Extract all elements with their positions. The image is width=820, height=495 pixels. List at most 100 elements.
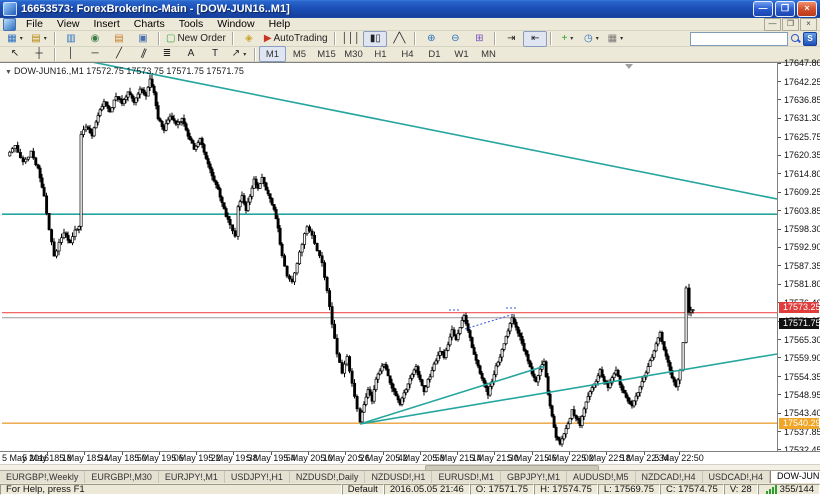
chart-tab-eurjpy-m1[interactable]: EURJPY!,M1 <box>159 471 225 483</box>
menu-charts[interactable]: Charts <box>127 18 172 31</box>
time-axis-tick <box>233 452 234 455</box>
periods-button[interactable]: ◷ ▾ <box>579 31 603 47</box>
time-axis[interactable]: 5 May 2016 5 May 18:18 5 May 18:34 5 May 18… <box>0 451 820 464</box>
chart-tab-usdjpy-h1[interactable]: USDJPY!,H1 <box>225 471 290 483</box>
chart-legend: ▼ DOW-JUN16.,M1 17572.75 17573.75 17571.7… <box>5 66 244 76</box>
menu-insert[interactable]: Insert <box>87 18 127 31</box>
timeframe-m30-button[interactable]: M30 <box>340 46 367 62</box>
search-input[interactable] <box>690 31 788 46</box>
profiles-button[interactable]: ▤ ▾ <box>27 31 51 47</box>
indicators-dropdown-icon[interactable]: ▾ <box>570 35 573 42</box>
mdi-minimize-button[interactable]: — <box>764 17 781 31</box>
minimize-button[interactable]: — <box>753 1 773 17</box>
chart-tab-eurusd-m1[interactable]: EURUSD!,M1 <box>432 471 501 483</box>
auto-scroll-button[interactable]: ⇥ <box>499 31 523 47</box>
new-chart-button[interactable]: ▦ ▾ <box>3 31 27 47</box>
chart-tab-nzdusd-daily[interactable]: NZDUSD!,Daily <box>290 471 366 483</box>
templates-button[interactable]: ▦ ▾ <box>603 31 627 47</box>
fibonacci-button[interactable]: ≣ <box>155 46 179 62</box>
arrows-button[interactable]: ↗ ▾ <box>227 46 251 62</box>
chart-shift-button[interactable]: ⇤ <box>523 30 548 47</box>
menu-view[interactable]: View <box>50 18 87 31</box>
navigator-button[interactable]: ▤ <box>107 31 131 47</box>
menu-window[interactable]: Window <box>210 18 261 31</box>
price-axis-tick <box>778 246 781 248</box>
menu-tools[interactable]: Tools <box>172 18 211 31</box>
data-window-icon: ◉ <box>90 32 100 44</box>
new-order-button[interactable]: ▢ New Order <box>163 31 229 47</box>
ask-price-box: 17573.25 <box>779 301 820 313</box>
chart-plot[interactable] <box>2 60 778 452</box>
tile-windows-button[interactable]: ⊞ <box>467 31 491 47</box>
templates-dropdown-icon[interactable]: ▾ <box>620 35 623 42</box>
zoom-in-button[interactable]: ⊕ <box>419 31 443 47</box>
close-button[interactable]: × <box>797 1 817 17</box>
bar-chart-button[interactable]: │││ <box>339 31 364 47</box>
chart-tab-eurgbp-weekly[interactable]: EURGBP!,Weekly <box>0 471 86 483</box>
chart-dropdown-icon[interactable]: ▼ <box>5 69 12 76</box>
price-axis-label: 17548.95 <box>784 389 820 400</box>
new-chart-dropdown-icon[interactable]: ▾ <box>20 35 23 42</box>
timeframe-mn-button[interactable]: MN <box>475 46 502 62</box>
cursor-button[interactable]: ↖ <box>3 46 27 62</box>
price-axis-tick <box>778 412 781 414</box>
timeframe-h1-button[interactable]: H1 <box>367 46 394 62</box>
timeframe-m15-button[interactable]: M15 <box>313 46 340 62</box>
horizontal-line-button[interactable]: ─ <box>83 46 107 62</box>
price-axis-label: 17559.90 <box>784 352 820 363</box>
chart-tab-audusd-m5[interactable]: AUDUSD!,M5 <box>567 471 636 483</box>
search-icon[interactable] <box>790 33 801 44</box>
timeframe-w1-button[interactable]: W1 <box>448 46 475 62</box>
crosshair-button[interactable]: ┼ <box>27 46 51 62</box>
arrows-dropdown-icon[interactable]: ▾ <box>243 51 246 58</box>
chart-window-icon[interactable] <box>3 17 16 31</box>
chart-tab-nzdcad-h4[interactable]: NZDCAD!,H4 <box>636 471 703 483</box>
line-chart-button[interactable]: ╱╲ <box>387 31 411 47</box>
profiles-dropdown-icon[interactable]: ▾ <box>44 35 47 42</box>
toolbar-separator <box>158 32 160 45</box>
arrows-icon: ↗ <box>231 48 241 59</box>
chart-tab-dow-jun16-m1[interactable]: DOW-JUN16.,M1 <box>770 471 820 483</box>
zoom-out-icon: ⊖ <box>451 32 460 44</box>
candlesticks-button[interactable]: ▮▯ <box>363 30 388 47</box>
price-axis[interactable]: 17647.80 17642.25 17636.85 17631.30 17625.75… <box>777 58 820 455</box>
text-button[interactable]: A <box>179 46 203 62</box>
terminal-button[interactable]: ▣ <box>131 31 155 47</box>
status-close: C: 17574.75 <box>660 484 724 495</box>
chart-tab-gbpjpy-m1[interactable]: GBPJPY!,M1 <box>501 471 567 483</box>
menu-help[interactable]: Help <box>262 18 298 31</box>
price-axis-tick <box>778 228 781 230</box>
restore-button[interactable]: ❐ <box>775 1 795 17</box>
equidistant-channel-button[interactable]: ∥ <box>131 46 155 62</box>
mdi-restore-button[interactable]: ❐ <box>782 17 799 31</box>
menu-file[interactable]: File <box>19 18 50 31</box>
metaeditor-button[interactable]: ◈ <box>237 31 261 47</box>
data-window-button[interactable]: ◉ <box>83 31 107 47</box>
price-axis-label: 17625.75 <box>784 132 820 143</box>
community-icon[interactable]: S <box>803 31 817 46</box>
chart-tab-nzdusd-h1[interactable]: NZDUSD!,H1 <box>365 471 433 483</box>
chart-tab-eurgbp-m30[interactable]: EURGBP!,M30 <box>85 471 159 483</box>
chart-tab-usdcad-h4[interactable]: USDCAD!,H4 <box>703 471 771 483</box>
price-axis-tick <box>778 191 781 193</box>
status-profile[interactable]: Default <box>341 484 384 495</box>
support-price-box: 17540.29 <box>779 418 820 430</box>
time-axis-tick <box>308 452 309 455</box>
timeframe-m1-button[interactable]: M1 <box>259 46 286 62</box>
timeframe-m5-button[interactable]: M5 <box>286 46 313 62</box>
periods-dropdown-icon[interactable]: ▾ <box>596 35 599 42</box>
mdi-close-button[interactable]: × <box>800 17 817 31</box>
market-watch-button[interactable]: ▥ <box>59 31 83 47</box>
vertical-line-button[interactable]: │ <box>59 46 83 62</box>
timeframe-d1-button[interactable]: D1 <box>421 46 448 62</box>
trendline-button[interactable]: ╱ <box>107 46 131 62</box>
indicators-button[interactable]: + ▾ <box>555 31 579 47</box>
text-label-button[interactable]: T <box>203 46 227 62</box>
toolbar-separator <box>333 32 336 45</box>
timeframe-h4-button[interactable]: H4 <box>394 46 421 62</box>
zoom-out-button[interactable]: ⊖ <box>443 31 467 47</box>
price-axis-tick <box>778 117 781 119</box>
chart-shift-marker[interactable] <box>625 64 633 69</box>
autotrading-button[interactable]: ▶ AutoTrading <box>261 31 331 47</box>
chart-window[interactable]: ▼ DOW-JUN16.,M1 17572.75 17573.75 17571.7… <box>0 58 820 455</box>
